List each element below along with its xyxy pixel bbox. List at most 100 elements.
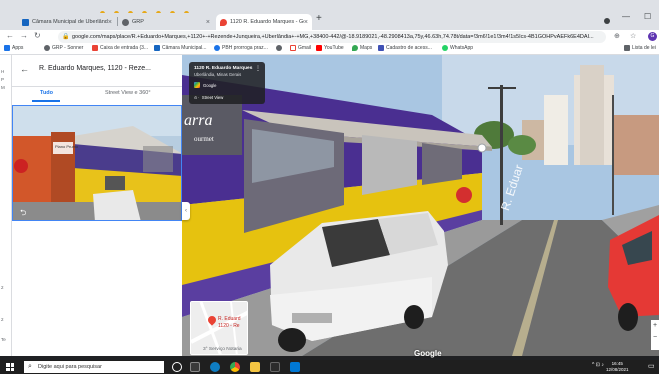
forward-icon[interactable]: → bbox=[20, 31, 28, 40]
tab-search-icon[interactable] bbox=[604, 18, 610, 24]
card-title: 1120 R. Eduardo Marques bbox=[194, 66, 253, 71]
new-tab-button[interactable]: + bbox=[316, 13, 322, 24]
bookmark-gmail[interactable]: Gmail bbox=[290, 45, 311, 51]
bookmark-label: Caixa de entrada (3... bbox=[100, 45, 149, 51]
bookmark-grp[interactable]: GRP - Sonner bbox=[44, 45, 83, 51]
zoom-in-button[interactable]: + bbox=[651, 320, 659, 332]
provider-row[interactable]: Google bbox=[194, 82, 217, 88]
taskbar-search-placeholder: Digite aqui para pesquisar bbox=[38, 364, 102, 370]
file-explorer-icon[interactable] bbox=[250, 362, 260, 372]
mini-map-label-3: 3° Serviço Notaria bbox=[203, 347, 242, 352]
search-icon: ⌕ bbox=[28, 363, 32, 370]
url-text: google.com/maps/place/R.+Eduardo+Marques… bbox=[72, 34, 594, 40]
browser-tabbar: Câmara Municipal de Uberlândia × GRP × 1… bbox=[0, 12, 659, 30]
bookmark-youtube[interactable]: YouTube bbox=[316, 45, 344, 51]
lock-icon: 🔒 bbox=[62, 34, 70, 40]
browser-tab-maps[interactable]: 1120 R. Eduardo Marques - Goo × bbox=[216, 14, 312, 30]
gmail-icon bbox=[92, 45, 98, 51]
back-arrow-icon[interactable]: ← bbox=[20, 64, 29, 74]
bookmark-label: GRP - Sonner bbox=[52, 45, 84, 51]
panel-header: ← R. Eduardo Marques, 1120 - Reze... bbox=[12, 55, 182, 87]
tab-label: Câmara Municipal de Uberlândia bbox=[32, 19, 108, 25]
avatar[interactable]: G bbox=[648, 32, 657, 41]
tab-all[interactable]: Tudo bbox=[40, 90, 53, 96]
facade-sign-subtext: ourmet bbox=[194, 135, 214, 143]
bookmark-grp-2[interactable] bbox=[276, 45, 284, 51]
back-icon[interactable]: ← bbox=[6, 31, 14, 40]
bookmark-camara[interactable]: Câmara Municipal... bbox=[154, 45, 206, 51]
camara-icon bbox=[154, 45, 160, 51]
bookmark-pbh[interactable]: PBH prorroga praz... bbox=[214, 45, 268, 51]
thumbnail-scene bbox=[13, 106, 181, 220]
apps-grid-icon bbox=[4, 45, 10, 51]
street-view-info-card: 1120 R. Eduardo Marques ⋮ Uberlândia, Mi… bbox=[189, 62, 265, 104]
taskbar-clock[interactable]: 16:45 12/08/2021 bbox=[606, 361, 629, 373]
street-view-mode-row[interactable]: ⊙· Street View bbox=[194, 95, 223, 100]
task-view-icon[interactable] bbox=[190, 362, 200, 372]
bookmark-label: Gmail bbox=[298, 45, 312, 51]
mail-icon[interactable] bbox=[290, 362, 300, 372]
reload-icon[interactable]: ↻ bbox=[34, 31, 41, 40]
mini-map-label-1: R. Eduard bbox=[218, 316, 241, 322]
mini-map[interactable]: R. Eduard 1120 - Re 3° Serviço Notaria bbox=[190, 301, 248, 355]
street-view-mode-icon: ⊙· bbox=[194, 95, 199, 100]
reading-list-icon bbox=[624, 45, 630, 51]
bookmark-label: Maps bbox=[360, 45, 373, 51]
tab-close-icon[interactable]: × bbox=[304, 19, 308, 26]
bookmark-label: Câmara Municipal... bbox=[162, 45, 207, 51]
map-zoom-controls: + − bbox=[651, 320, 659, 350]
cortana-icon[interactable] bbox=[172, 362, 182, 372]
tab-close-icon[interactable]: × bbox=[206, 19, 210, 26]
omnibar: ← → ↻ 🔒 google.com/maps/place/R.+Eduardo… bbox=[0, 30, 659, 44]
share-icon[interactable]: ⊕ bbox=[614, 32, 620, 40]
bookmark-maps[interactable]: Maps bbox=[352, 45, 372, 51]
reading-list[interactable]: Lista de lei bbox=[624, 45, 656, 51]
minimize-button[interactable]: — bbox=[622, 12, 630, 21]
maps-icon bbox=[352, 45, 358, 51]
mini-map-label-2: 1120 - Re bbox=[218, 323, 240, 329]
card-subtitle: Uberlândia, Minas Gerais bbox=[194, 72, 242, 77]
street-view-rotate-icon[interactable]: ⮌ bbox=[20, 207, 26, 221]
google-photos-icon bbox=[194, 82, 200, 88]
more-options-icon[interactable]: ⋮ bbox=[255, 65, 261, 72]
edge-icon[interactable] bbox=[210, 362, 220, 372]
browser-tab-grp[interactable]: GRP × bbox=[118, 14, 214, 30]
google-watermark: Google bbox=[414, 349, 442, 358]
stub-text: 2 bbox=[1, 285, 4, 290]
windows-taskbar: ⌕ Digite aqui para pesquisar ^ ⊡ ♪ 16:45… bbox=[0, 360, 659, 374]
thumbnail-sign-text: Plano Prumo bbox=[55, 144, 79, 149]
store-icon[interactable] bbox=[270, 362, 280, 372]
cadastro-icon bbox=[378, 45, 384, 51]
google-icon bbox=[290, 45, 296, 51]
tab-street-view[interactable]: Street View e 360° bbox=[105, 90, 151, 96]
collapse-panel-button[interactable]: ‹ bbox=[182, 202, 190, 220]
notifications-icon[interactable]: ▭ bbox=[648, 362, 655, 370]
reading-list-label: Lista de lei bbox=[632, 45, 656, 51]
taskbar-search-box[interactable]: ⌕ Digite aqui para pesquisar bbox=[24, 361, 164, 373]
provider-label: Google bbox=[203, 82, 217, 88]
browser-tab-camara[interactable]: Câmara Municipal de Uberlândia × bbox=[18, 14, 116, 30]
grp-icon bbox=[44, 45, 50, 51]
grp-icon bbox=[276, 45, 282, 51]
camara-favicon-icon bbox=[22, 18, 29, 26]
chrome-icon[interactable] bbox=[230, 362, 240, 372]
bookmark-inbox[interactable]: Caixa de entrada (3... bbox=[92, 45, 148, 51]
street-view-thumbnail[interactable]: Plano Prumo bbox=[12, 105, 182, 221]
bookmark-cadastro[interactable]: Cadastro de acess... bbox=[378, 45, 432, 51]
star-icon[interactable]: ☆ bbox=[630, 32, 636, 40]
windows-start-icon[interactable] bbox=[6, 363, 14, 371]
place-title: R. Eduardo Marques, 1120 - Reze... bbox=[39, 65, 151, 72]
stub-text: Te bbox=[1, 337, 6, 342]
system-tray-icons[interactable]: ^ ⊡ ♪ bbox=[592, 362, 604, 368]
bookmarks-bar: Apps GRP - Sonner Caixa de entrada (3...… bbox=[0, 44, 659, 55]
zoom-out-button[interactable]: − bbox=[651, 332, 659, 344]
address-bar[interactable]: 🔒 google.com/maps/place/R.+Eduardo+Marqu… bbox=[58, 31, 606, 43]
bookmark-apps[interactable]: Apps bbox=[4, 45, 23, 51]
maximize-button[interactable]: ☐ bbox=[644, 12, 651, 21]
grp-favicon-icon bbox=[122, 18, 129, 26]
tab-close-icon[interactable]: × bbox=[108, 19, 112, 26]
street-view-mode-label: Street View bbox=[201, 95, 224, 100]
bookmark-whatsapp[interactable]: WhatsApp bbox=[442, 45, 473, 51]
decorative-dots bbox=[100, 3, 198, 16]
whatsapp-icon bbox=[442, 45, 448, 51]
